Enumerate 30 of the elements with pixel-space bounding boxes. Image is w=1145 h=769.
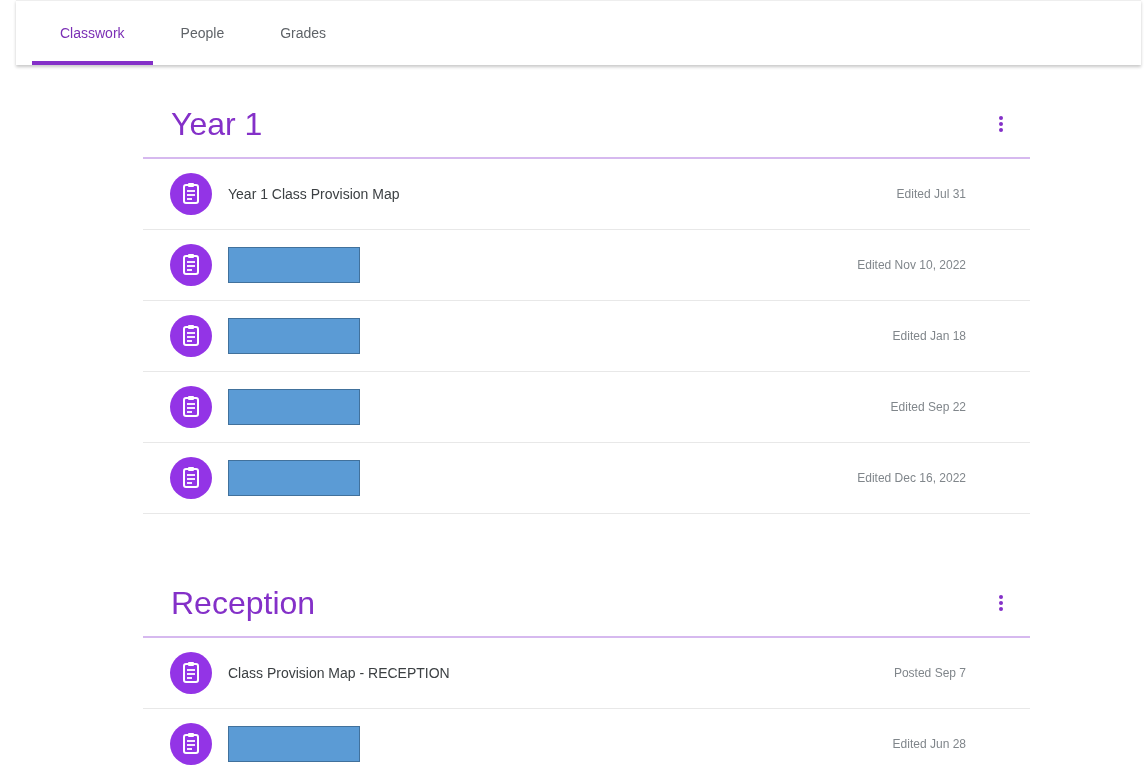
topic-title: Reception	[171, 584, 316, 622]
item-date: Edited Jan 18	[892, 329, 966, 343]
assignment-icon	[170, 723, 212, 765]
item-title: Year 1 Class Provision Map	[228, 186, 401, 202]
tab[interactable]: Grades	[252, 1, 355, 65]
assignment-icon	[170, 173, 212, 215]
classwork-item[interactable]: Edited Jun 28	[143, 709, 1030, 769]
item-date: Posted Sep 7	[893, 666, 966, 680]
assignment-icon	[170, 386, 212, 428]
assignment-icon	[170, 315, 212, 357]
assignment-icon	[170, 244, 212, 286]
tab[interactable]: People	[152, 1, 253, 65]
classwork-item[interactable]: Year 1 Class Provision Map Edited Jul 31	[143, 159, 1030, 230]
classwork-item[interactable]: Edited Dec 16, 2022	[143, 443, 1030, 514]
tab[interactable]: Classwork	[32, 1, 153, 65]
item-date: Edited Nov 10, 2022	[857, 258, 966, 272]
classwork-item[interactable]: Edited Sep 22	[143, 372, 1030, 443]
classwork-item[interactable]: Edited Jan 18	[143, 301, 1030, 372]
item-date: Edited Jul 31	[896, 187, 966, 201]
classwork-item[interactable]: Class Provision Map - RECEPTION Posted Sep 7	[143, 638, 1030, 709]
topic-title: Year 1	[171, 105, 263, 143]
item-date: Edited Sep 22	[890, 400, 966, 414]
more-options-icon[interactable]	[998, 594, 1004, 612]
more-options-icon[interactable]	[998, 115, 1004, 133]
item-date: Edited Jun 28	[892, 737, 966, 751]
item-date: Edited Dec 16, 2022	[857, 471, 966, 485]
item-title: Class Provision Map - RECEPTION	[228, 665, 451, 681]
classwork-item[interactable]: Edited Nov 10, 2022	[143, 230, 1030, 301]
assignment-icon	[170, 457, 212, 499]
assignment-icon	[170, 652, 212, 694]
